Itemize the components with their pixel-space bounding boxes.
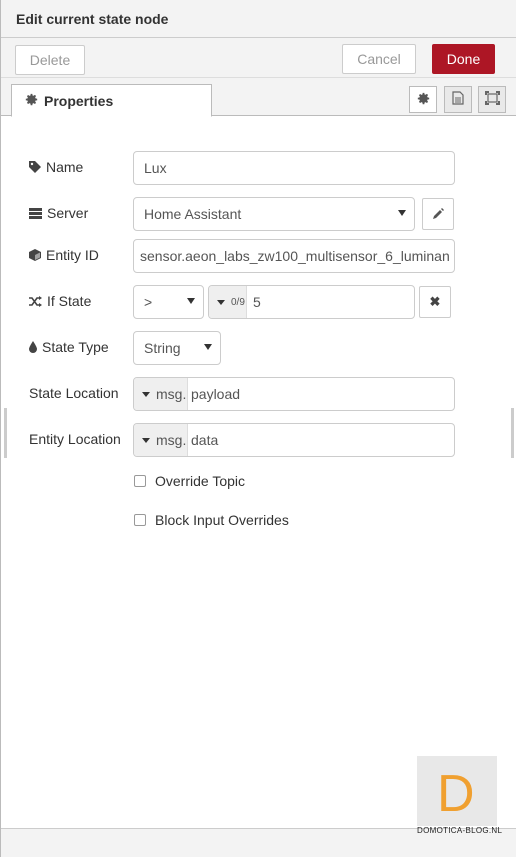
caret-down-icon bbox=[217, 299, 225, 305]
chevron-down-icon bbox=[398, 210, 406, 216]
server-select[interactable]: Home Assistant bbox=[133, 197, 415, 231]
gear-icon bbox=[25, 93, 38, 109]
tray-header: Edit current state node bbox=[1, 0, 516, 38]
if-state-value-input[interactable]: 0/9 5 bbox=[208, 285, 415, 319]
tab-button-description[interactable] bbox=[444, 86, 472, 113]
resize-grip-left[interactable] bbox=[4, 408, 7, 458]
state-location-input[interactable]: msg. payload bbox=[133, 377, 455, 411]
state-location-label: State Location bbox=[29, 385, 119, 401]
row-entity-id: Entity ID sensor.aeon_labs_zw100_multise… bbox=[1, 239, 516, 273]
entity-location-input[interactable]: msg. data bbox=[133, 423, 455, 457]
if-state-label: If State bbox=[29, 293, 91, 309]
server-icon bbox=[29, 207, 42, 219]
gear-icon bbox=[417, 92, 430, 108]
block-input-overrides-option[interactable]: Block Input Overrides bbox=[134, 512, 289, 528]
entity-location-label: Entity Location bbox=[29, 431, 121, 447]
tray-title: Edit current state node bbox=[16, 11, 169, 27]
watermark-text: DOMOTICA-BLOG.NL bbox=[417, 826, 503, 835]
close-icon: ✖ bbox=[429, 294, 441, 309]
entity-id-input[interactable]: sensor.aeon_labs_zw100_multisensor_6_lum… bbox=[133, 239, 455, 273]
caret-down-icon bbox=[142, 391, 150, 397]
done-button[interactable]: Done bbox=[432, 44, 495, 74]
override-topic-option[interactable]: Override Topic bbox=[134, 473, 245, 489]
edit-server-button[interactable] bbox=[422, 198, 454, 230]
chevron-down-icon bbox=[187, 298, 195, 304]
if-state-operator-select[interactable]: > bbox=[133, 285, 204, 319]
state-type-label: State Type bbox=[29, 339, 109, 355]
block-input-overrides-checkbox[interactable] bbox=[134, 514, 146, 526]
drop-icon bbox=[29, 341, 37, 353]
type-selector[interactable]: 0/9 bbox=[209, 286, 247, 318]
override-topic-checkbox[interactable] bbox=[134, 475, 146, 487]
tab-label: Properties bbox=[44, 92, 114, 109]
caret-down-icon bbox=[142, 437, 150, 443]
document-icon bbox=[452, 91, 464, 108]
msg-type-selector[interactable]: msg. bbox=[134, 378, 188, 410]
msg-type-selector[interactable]: msg. bbox=[134, 424, 188, 456]
row-name: Name Lux bbox=[1, 151, 516, 185]
name-label: Name bbox=[29, 159, 83, 175]
name-input[interactable]: Lux bbox=[133, 151, 455, 185]
row-if-state: If State > 0/9 5 ✖ bbox=[1, 285, 516, 319]
shuffle-icon bbox=[29, 295, 42, 307]
state-type-select[interactable]: String bbox=[133, 331, 221, 365]
entity-id-label: Entity ID bbox=[29, 247, 99, 263]
clear-button[interactable]: ✖ bbox=[419, 286, 451, 318]
row-state-type: State Type String bbox=[1, 331, 516, 365]
tag-icon bbox=[29, 161, 41, 173]
delete-button[interactable]: Delete bbox=[15, 45, 85, 75]
watermark-letter: D bbox=[437, 765, 475, 823]
server-label: Server bbox=[29, 205, 88, 221]
tab-properties[interactable]: Properties bbox=[11, 84, 212, 117]
pencil-icon bbox=[432, 206, 444, 222]
cube-icon bbox=[29, 249, 41, 261]
frame-icon bbox=[484, 91, 500, 108]
watermark-logo: D bbox=[417, 756, 497, 826]
chevron-down-icon bbox=[204, 344, 212, 350]
row-state-location: State Location msg. payload bbox=[1, 377, 516, 411]
edit-tray: Edit current state node Delete Cancel Do… bbox=[0, 0, 516, 857]
number-type-icon: 0/9 bbox=[231, 296, 245, 308]
resize-grip-right[interactable] bbox=[511, 408, 514, 458]
tab-button-settings[interactable] bbox=[409, 86, 437, 113]
row-server: Server Home Assistant bbox=[1, 197, 516, 231]
row-entity-location: Entity Location msg. data bbox=[1, 423, 516, 457]
tab-button-appearance[interactable] bbox=[478, 86, 506, 113]
cancel-button[interactable]: Cancel bbox=[342, 44, 416, 74]
